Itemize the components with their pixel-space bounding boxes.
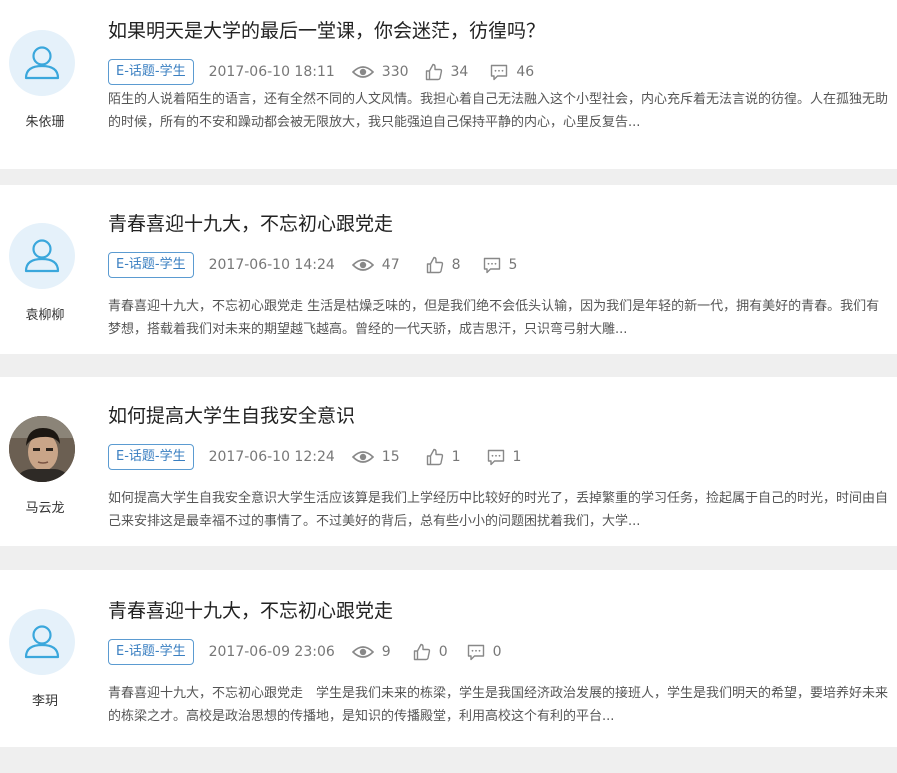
comments-count: 5 [508,257,518,273]
eye-icon [351,646,374,658]
views-stat: 9 [351,644,391,660]
views-count: 15 [381,449,400,465]
comments-count: 1 [512,449,522,465]
author-name[interactable]: 李玥 [0,690,90,709]
topic-tag[interactable]: E-话题-学生 [108,444,194,470]
comments-count: 46 [516,64,535,80]
comments-stat[interactable]: 5 [483,257,518,274]
post-excerpt: 青春喜迎十九大，不忘初心跟党走 学生是我们未来的栋梁，学生是我国经济政治发展的接… [108,686,889,724]
post-meta: E-话题-学生 2017-06-10 18:11 330 34 46 [108,58,534,86]
thumbs-up-icon [426,256,443,274]
author-name[interactable]: 朱依珊 [0,111,90,130]
comments-stat[interactable]: 1 [487,449,522,466]
post-title[interactable]: 青春喜迎十九大，不忘初心跟党走 [108,209,393,236]
topic-tag[interactable]: E-话题-学生 [108,59,194,85]
author-avatar[interactable] [9,416,75,482]
comment-icon [467,644,484,660]
post-title[interactable]: 如果明天是大学的最后一堂课，你会迷茫，彷徨吗？ [108,16,545,43]
author-avatar[interactable] [9,609,75,675]
views-stat: 47 [351,257,400,273]
post-date: 2017-06-10 12:24 [208,449,335,465]
post-card: 马云龙 如何提高大学生自我安全意识 E-话题-学生 2017-06-10 12:… [0,377,897,546]
author-name[interactable]: 马云龙 [0,497,90,516]
eye-icon [351,66,374,78]
author-name[interactable]: 袁柳柳 [0,304,90,323]
likes-count: 1 [451,449,461,465]
post-title[interactable]: 如何提高大学生自我安全意识 [108,401,355,428]
post-card: 朱依珊 如果明天是大学的最后一堂课，你会迷茫，彷徨吗？ E-话题-学生 2017… [0,0,897,169]
topic-tag[interactable]: E-话题-学生 [108,639,194,665]
post-title[interactable]: 青春喜迎十九大，不忘初心跟党走 [108,596,393,623]
post-meta: E-话题-学生 2017-06-09 23:06 9 0 0 [108,638,502,666]
author-avatar[interactable] [9,30,75,96]
likes-stat[interactable]: 34 [425,63,469,81]
eye-icon [351,259,374,271]
thumbs-up-icon [426,448,443,466]
post-meta: E-话题-学生 2017-06-10 14:24 47 8 5 [108,251,517,279]
post-date: 2017-06-09 23:06 [208,644,335,660]
user-icon [24,625,60,659]
eye-icon [351,451,374,463]
post-excerpt: 陌生的人说着陌生的语言，还有全然不同的人文风情。我担心着自己无法融入这个小型社会… [108,92,889,130]
views-count: 9 [381,644,391,660]
thumbs-up-icon [413,643,430,661]
likes-count: 34 [450,64,469,80]
post-date: 2017-06-10 14:24 [208,257,335,273]
user-icon [24,46,60,80]
author-avatar[interactable] [9,223,75,289]
views-stat: 330 [351,64,409,80]
comment-icon [491,64,508,80]
post-meta: E-话题-学生 2017-06-10 12:24 15 1 1 [108,443,521,471]
views-count: 330 [381,64,409,80]
likes-stat[interactable]: 0 [413,643,448,661]
likes-stat[interactable]: 1 [426,448,461,466]
comment-icon [487,449,504,465]
post-card: 李玥 青春喜迎十九大，不忘初心跟党走 E-话题-学生 2017-06-09 23… [0,570,897,747]
post-excerpt: 如何提高大学生自我安全意识大学生活应该算是我们上学经历中比较好的时光了，丢掉繁重… [108,491,889,529]
comment-icon [483,257,500,273]
views-stat: 15 [351,449,400,465]
user-icon [24,239,60,273]
thumbs-up-icon [425,63,442,81]
topic-tag[interactable]: E-话题-学生 [108,252,194,278]
comments-count: 0 [492,644,502,660]
comments-stat[interactable]: 46 [490,64,534,81]
likes-stat[interactable]: 8 [426,256,461,274]
comments-stat[interactable]: 0 [467,644,502,661]
user-photo [9,416,75,482]
post-date: 2017-06-10 18:11 [208,64,335,80]
views-count: 47 [381,257,400,273]
post-excerpt: 青春喜迎十九大，不忘初心跟党走 生活是枯燥乏味的，但是我们绝不会低头认输，因为我… [108,299,880,337]
post-card: 袁柳柳 青春喜迎十九大，不忘初心跟党走 E-话题-学生 2017-06-10 1… [0,185,897,354]
likes-count: 8 [451,257,461,273]
likes-count: 0 [438,644,448,660]
